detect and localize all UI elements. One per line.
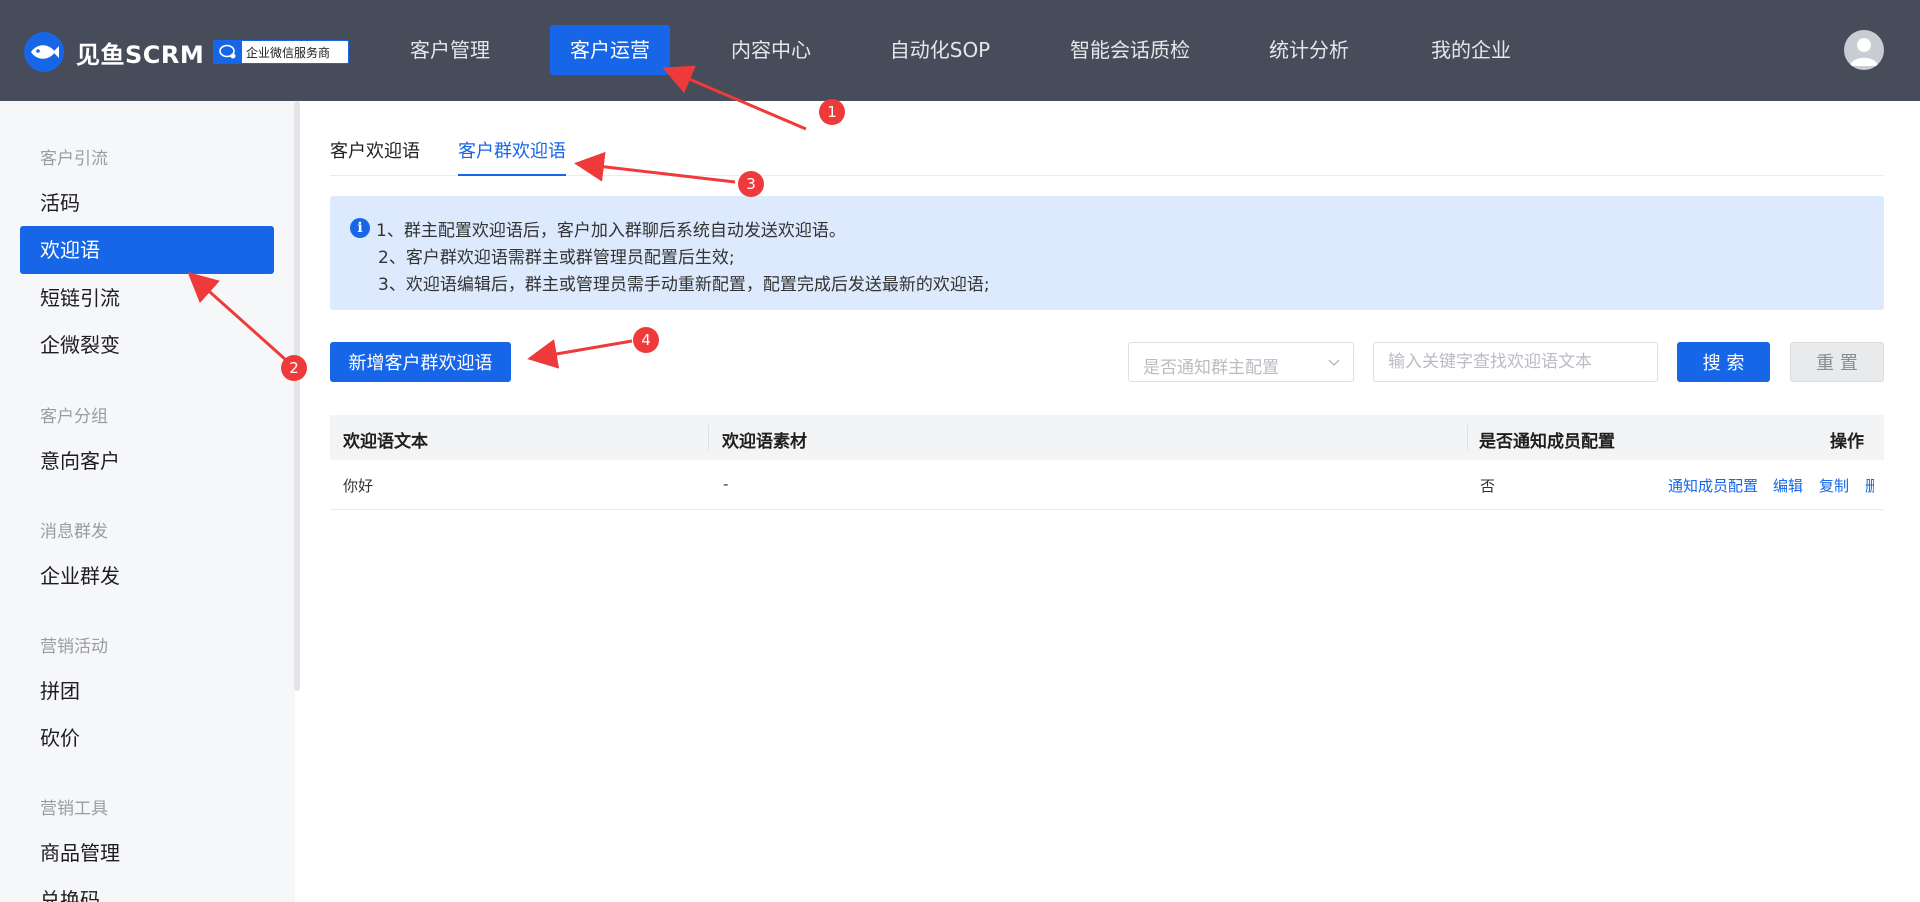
cell-notify-config: 否 <box>1480 477 1496 495</box>
copy-link[interactable]: 复制 <box>1819 475 1849 496</box>
sidebar-group-grouping: 客户分组 <box>40 407 108 427</box>
sidebar-group-traffic: 客户引流 <box>40 149 108 169</box>
cell-welcome-text: 你好 <box>343 477 374 495</box>
user-icon <box>1850 38 1878 66</box>
annotation-marker-2: 2 <box>281 355 307 381</box>
column-welcome-material: 欢迎语素材 <box>722 432 807 452</box>
tab-group-welcome[interactable]: 客户群欢迎语 <box>458 137 566 176</box>
sidebar-item-intent-customers[interactable]: 意向客户 <box>20 437 274 485</box>
reset-button[interactable]: 重 置 <box>1790 342 1884 382</box>
column-actions: 操作 <box>1830 432 1864 452</box>
sidebar-group-campaigns: 营销活动 <box>40 637 108 657</box>
top-navigation-bar: 见鱼SCRM 企业微信服务商 客户管理 客户运营 内容中心 自动化SOP 智能会… <box>0 0 1920 101</box>
table-header: 欢迎语文本 欢迎语素材 是否通知成员配置 操作 <box>330 415 1884 460</box>
sidebar-item-enterprise-broadcast[interactable]: 企业群发 <box>20 552 274 600</box>
notice-line-1: 1、群主配置欢迎语后，客户加入群聊后系统自动发送欢迎语。 <box>376 221 846 241</box>
info-icon: i <box>350 218 370 238</box>
wecom-icon <box>214 41 242 63</box>
delete-link-clip: 删除 <box>1865 460 1874 510</box>
cell-welcome-material: - <box>723 475 729 493</box>
notify-member-config-link[interactable]: 通知成员配置 <box>1668 475 1758 496</box>
keyword-search-input[interactable] <box>1373 342 1658 382</box>
nav-content-center[interactable]: 内容中心 <box>715 25 827 75</box>
delete-link[interactable]: 删除 <box>1865 475 1874 496</box>
tab-customer-welcome[interactable]: 客户欢迎语 <box>330 137 420 176</box>
column-welcome-text: 欢迎语文本 <box>343 432 428 452</box>
fish-logo-icon <box>24 32 64 72</box>
brand-name: 见鱼SCRM <box>76 40 205 69</box>
info-notice: i 1、群主配置欢迎语后，客户加入群聊后系统自动发送欢迎语。 2、客户群欢迎语需… <box>330 196 1884 310</box>
annotation-marker-3: 3 <box>738 171 764 197</box>
wecom-provider-badge: 企业微信服务商 <box>213 40 349 64</box>
badge-label: 企业微信服务商 <box>246 45 331 60</box>
sidebar: 客户引流 活码 欢迎语 短链引流 企微裂变 客户分组 意向客户 消息群发 企业群… <box>0 101 295 902</box>
chevron-down-icon <box>1328 359 1340 367</box>
sidebar-item-group-buy[interactable]: 拼团 <box>20 667 274 715</box>
sidebar-item-live-code[interactable]: 活码 <box>20 179 274 227</box>
sidebar-item-redeem-code[interactable]: 兑换码 <box>20 876 274 902</box>
tab-bar: 客户欢迎语 客户群欢迎语 <box>330 101 1884 176</box>
sidebar-item-fission[interactable]: 企微裂变 <box>20 321 274 369</box>
sidebar-scrollbar[interactable] <box>294 101 300 691</box>
notify-owner-select[interactable]: 是否通知群主配置 <box>1128 342 1354 382</box>
annotation-marker-4: 4 <box>633 327 659 353</box>
nav-statistics[interactable]: 统计分析 <box>1258 25 1360 75</box>
nav-my-enterprise[interactable]: 我的企业 <box>1420 25 1522 75</box>
sidebar-item-products[interactable]: 商品管理 <box>20 829 274 877</box>
sidebar-group-tools: 营销工具 <box>40 799 108 819</box>
search-button[interactable]: 搜 索 <box>1677 342 1770 382</box>
sidebar-item-short-link[interactable]: 短链引流 <box>20 274 274 322</box>
user-avatar[interactable] <box>1844 30 1884 70</box>
table-row: 你好 - 否 通知成员配置 编辑 复制 删除 <box>330 460 1884 510</box>
select-placeholder: 是否通知群主配置 <box>1143 358 1279 378</box>
sidebar-item-bargain[interactable]: 砍价 <box>20 714 274 762</box>
notice-line-2: 2、客户群欢迎语需群主或群管理员配置后生效; <box>378 248 735 268</box>
sidebar-group-broadcast: 消息群发 <box>40 522 108 542</box>
arrow-4 <box>527 339 633 369</box>
nav-customer-operations[interactable]: 客户运营 <box>550 25 670 75</box>
nav-automation-sop[interactable]: 自动化SOP <box>878 25 1002 75</box>
sidebar-item-welcome[interactable]: 欢迎语 <box>20 226 274 274</box>
column-divider <box>1467 425 1468 450</box>
add-group-welcome-button[interactable]: 新增客户群欢迎语 <box>330 342 511 382</box>
column-divider <box>708 425 709 450</box>
nav-conversation-qc[interactable]: 智能会话质检 <box>1058 25 1202 75</box>
notice-line-3: 3、欢迎语编辑后，群主或管理员需手动重新配置，配置完成后发送最新的欢迎语; <box>378 275 990 295</box>
brand-logo[interactable]: 见鱼SCRM <box>24 32 204 72</box>
column-notify-config: 是否通知成员配置 <box>1479 432 1615 452</box>
nav-customer-management[interactable]: 客户管理 <box>394 25 506 75</box>
annotation-marker-1: 1 <box>819 99 845 125</box>
edit-link[interactable]: 编辑 <box>1773 475 1803 496</box>
